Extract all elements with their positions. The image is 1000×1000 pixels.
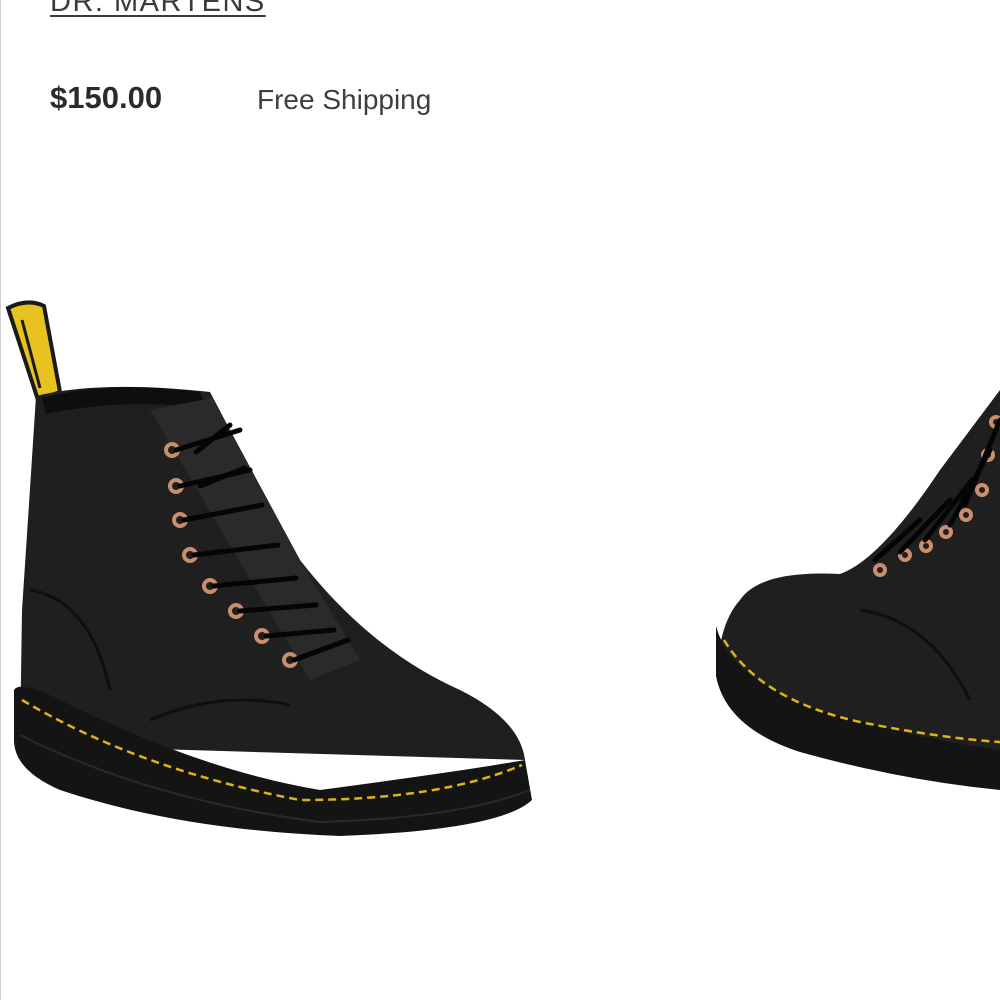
product-price: $150.00: [50, 80, 163, 115]
product-image[interactable]: [0, 280, 1000, 880]
right-boot: [716, 390, 1000, 790]
left-boot: [5, 300, 532, 836]
shipping-info: Free Shipping: [257, 84, 432, 115]
brand-link[interactable]: DR. MARTENS: [50, 0, 266, 19]
product-page: DR. MARTENS $150.00 Free Shipping: [0, 0, 1000, 1000]
